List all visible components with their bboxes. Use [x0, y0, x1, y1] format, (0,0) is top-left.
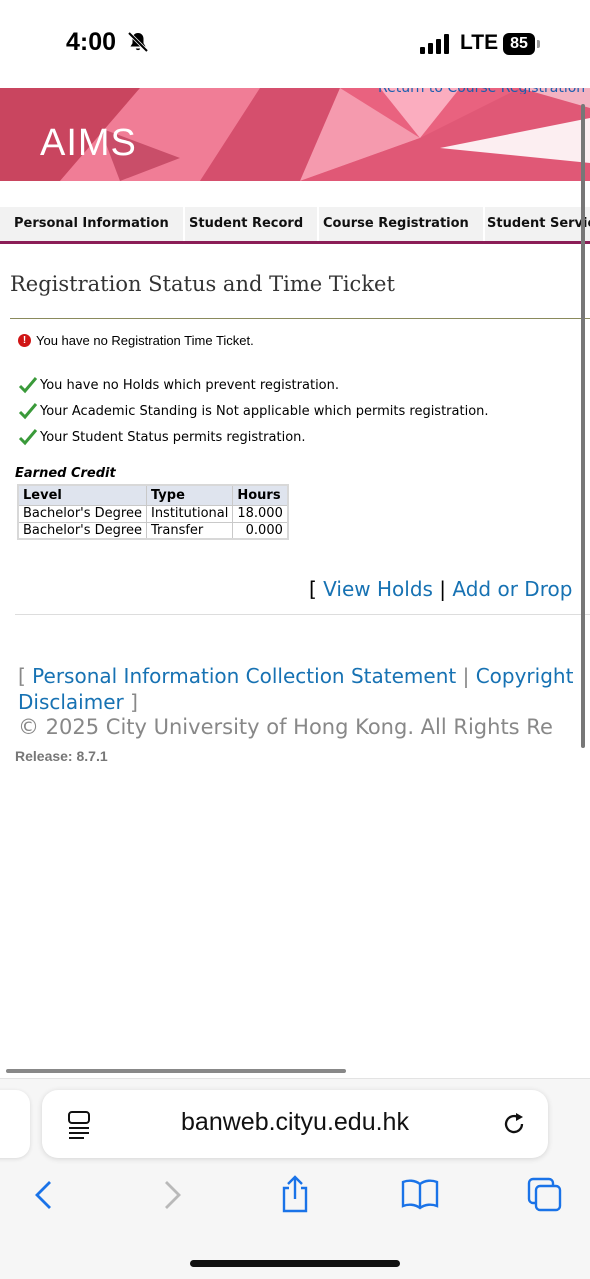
check-icon: [18, 377, 38, 394]
horizontal-scrollbar[interactable]: [6, 1069, 346, 1073]
check-icon: [18, 403, 38, 420]
tab-student-service[interactable]: Student Service: [473, 207, 590, 241]
earned-credit-table: Level Type Hours Bachelor's Degree Insti…: [17, 484, 289, 540]
column-header: Level: [17, 484, 147, 506]
table-row: Bachelor's Degree Transfer 0.000: [17, 521, 289, 540]
bracket: [: [18, 664, 26, 688]
error-message-text: You have no Registration Time Ticket.: [36, 333, 254, 348]
tab-student-record[interactable]: Student Record: [175, 207, 320, 241]
share-icon[interactable]: [279, 1174, 311, 1214]
add-or-drop-link[interactable]: Add or Drop: [452, 577, 572, 601]
table-cell: Transfer: [145, 521, 234, 540]
ok-message: You have no Holds which prevent registra…: [18, 376, 339, 394]
bracket: ]: [130, 690, 138, 714]
error-message: ! You have no Registration Time Ticket.: [18, 333, 254, 348]
main-nav: Personal Information Student Record Cour…: [0, 207, 590, 244]
table-row: Bachelor's Degree Institutional 18.000: [17, 504, 289, 523]
site-banner: AIMS: [0, 88, 590, 181]
error-icon: !: [18, 334, 31, 347]
earned-credit-caption: Earned Credit: [15, 466, 116, 481]
copyright-link[interactable]: Copyright: [476, 664, 574, 688]
column-header: Type: [145, 484, 234, 506]
column-header: Hours: [232, 484, 289, 506]
ok-message-text: You have no Holds which prevent registra…: [40, 377, 339, 393]
ok-message-text: Your Student Status permits registration…: [40, 429, 306, 445]
pics-link[interactable]: Personal Information Collection Statemen…: [32, 664, 456, 688]
link-divider: |: [462, 664, 470, 688]
bracket: [: [309, 577, 317, 601]
network-type: LTE: [460, 31, 499, 54]
ok-message-text: Your Academic Standing is Not applicable…: [40, 403, 489, 419]
reload-icon[interactable]: [500, 1110, 528, 1138]
table-cell: Bachelor's Degree: [17, 504, 147, 523]
table-header-row: Level Type Hours: [17, 484, 289, 506]
page-title: Registration Status and Time Ticket: [10, 272, 395, 296]
table-cell: 18.000: [232, 504, 289, 523]
action-links: [ View Holds | Add or Drop: [309, 577, 572, 601]
tab-course-registration[interactable]: Course Registration: [309, 207, 485, 241]
footer-links: [ Personal Information Collection Statem…: [18, 663, 590, 715]
forward-icon: [165, 1181, 181, 1209]
vertical-scrollbar[interactable]: [581, 104, 585, 748]
link-divider: |: [439, 577, 447, 601]
bookmarks-icon[interactable]: [400, 1178, 440, 1210]
content-divider: [15, 614, 590, 615]
battery-level: 85: [503, 33, 535, 55]
copyright-text: © 2025 City University of Hong Kong. All…: [18, 715, 553, 739]
title-divider: [10, 318, 590, 319]
check-icon: [18, 429, 38, 446]
bell-slash-icon: [127, 31, 149, 53]
status-time: 4:00: [66, 28, 117, 56]
aims-logo[interactable]: AIMS: [40, 122, 137, 165]
status-bar: 4:00 LTE 85: [0, 0, 590, 88]
tab-personal-information[interactable]: Personal Information: [0, 207, 185, 241]
release-version: Release: 8.7.1: [15, 748, 108, 764]
return-to-course-registration-link[interactable]: Return to Course Registration: [378, 88, 585, 94]
table-cell: Bachelor's Degree: [17, 521, 147, 540]
back-icon[interactable]: [32, 1180, 56, 1210]
ok-message: Your Academic Standing is Not applicable…: [18, 402, 489, 420]
battery-nub: [537, 40, 540, 48]
view-holds-link[interactable]: View Holds: [323, 577, 433, 601]
disclaimer-link[interactable]: Disclaimer: [18, 690, 124, 714]
ok-message: Your Student Status permits registration…: [18, 428, 306, 446]
home-indicator: [190, 1260, 400, 1267]
table-cell: 0.000: [232, 521, 289, 540]
table-cell: Institutional: [145, 504, 234, 523]
tabs-icon[interactable]: [526, 1176, 564, 1214]
signal-icon: [420, 34, 449, 54]
